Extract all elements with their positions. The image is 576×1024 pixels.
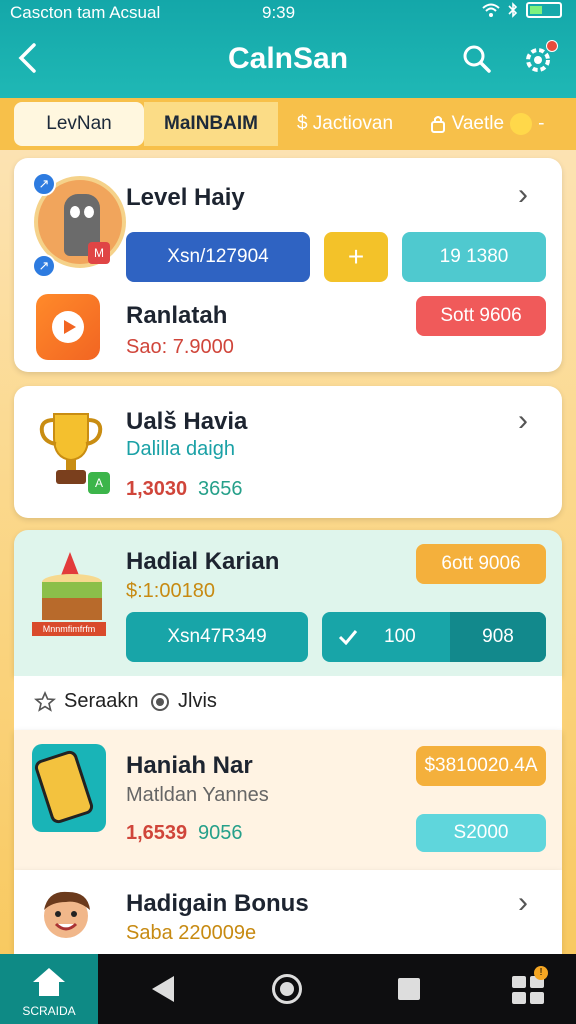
green-badge-icon: A — [88, 472, 110, 494]
card-phone[interactable]: Haniah Nar Matldan Yannes 1,6539 9056 $3… — [14, 730, 562, 870]
card-cake[interactable]: Mnnmfimfrfm Hadial Karian $:1:00180 6ott… — [14, 530, 562, 676]
chevron-right-icon[interactable]: › — [518, 178, 528, 212]
card-title: Haniah Nar — [126, 752, 253, 779]
clock: 9:39 — [262, 3, 296, 22]
filter-search[interactable]: Seraakn — [34, 690, 139, 713]
checked-value: 100 — [384, 626, 416, 647]
lock-icon — [430, 116, 445, 133]
link-badge-icon: ↗ — [32, 254, 56, 278]
notification-dot — [546, 40, 558, 52]
card-bonus[interactable]: Hadigain Bonus Saba 220009e › — [14, 870, 562, 954]
play-app-icon — [36, 294, 100, 360]
card-title: Hadial Karian — [126, 548, 280, 575]
phone-game-icon — [32, 744, 106, 832]
card-subtitle: Matldan Yannes — [126, 784, 269, 806]
boost-badge-icon: ↗ — [32, 172, 56, 196]
system-back-icon[interactable] — [152, 976, 174, 1002]
search-button[interactable] — [462, 44, 492, 79]
filter-bar: Seraakn Jlvis — [14, 676, 562, 730]
tab-bar: LevNan MaINBAIM $ Jactiovan Vaetle - — [0, 98, 576, 150]
check-icon — [338, 630, 358, 645]
chevron-down-icon: - — [538, 113, 545, 134]
card-level[interactable]: ↗ ↗ M Level Haiy › Xsn/127904 + 19 1380 … — [14, 158, 562, 372]
card-value-green: 3656 — [198, 478, 243, 500]
value-pill[interactable]: 19 1380 — [402, 232, 546, 282]
card-value-red: 1,6539 — [126, 822, 188, 844]
sub-title: Ranlatah — [126, 302, 228, 329]
checked-pill[interactable]: 100 908 — [322, 612, 546, 662]
checked-right-value: 908 — [450, 612, 546, 662]
battery-icon — [526, 2, 562, 18]
chevron-right-icon[interactable]: › — [518, 886, 528, 920]
card-subtitle: Dalilla daigh — [126, 438, 235, 460]
value-pill[interactable]: S2000 — [416, 814, 546, 852]
card-value-green: 9056 — [198, 822, 243, 844]
tab-vaetle-label: Vaetle — [451, 113, 505, 134]
red-badge-icon: M — [88, 242, 110, 264]
bluetooth-icon — [508, 2, 518, 18]
sub-value: Sao: 7.9000 — [126, 336, 234, 358]
card-trophy[interactable]: A Ualš Havia Dalilla daigh 1,3030 3656 › — [14, 386, 562, 518]
id-pill[interactable]: Xsn/127904 — [126, 232, 310, 282]
home-icon — [33, 968, 65, 996]
nav-home-tab[interactable]: SCRAIDA — [0, 954, 98, 1024]
price-pill[interactable]: 6ott 9006 — [416, 544, 546, 584]
system-recents-icon[interactable] — [398, 978, 420, 1000]
tab-jactiovan[interactable]: $ Jactiovan — [278, 102, 412, 146]
tab-mainbaim[interactable]: MaINBAIM — [144, 102, 278, 146]
card-title: Level Haiy — [126, 184, 245, 211]
card-subtitle: $:1:00180 — [126, 580, 215, 602]
settings-button[interactable] — [520, 40, 558, 83]
filter-radio-label: Jlvis — [178, 690, 217, 712]
bottom-nav-bar: SCRAIDA ! — [0, 954, 576, 1024]
filter-radio[interactable]: Jlvis — [150, 690, 217, 713]
system-home-icon[interactable] — [272, 974, 302, 1004]
tab-vaetle[interactable]: Vaetle - — [412, 102, 562, 146]
carrier-label: Cascton tam Acsual — [10, 3, 161, 22]
card-subtitle: Saba 220009e — [126, 922, 257, 944]
status-bar: Cascton tam Acsual 9:39 — [0, 0, 576, 26]
cake-banner: Mnnmfimfrfm — [32, 622, 106, 636]
price-pill[interactable]: Sott 9606 — [416, 296, 546, 336]
filter-search-label: Seraakn — [64, 690, 139, 712]
smiley-icon — [510, 113, 533, 135]
card-title: Hadigain Bonus — [126, 890, 309, 917]
search-icon — [463, 45, 491, 73]
character-avatar-icon — [44, 891, 90, 938]
price-pill[interactable]: $3810020.4A — [416, 746, 546, 786]
wifi-icon — [482, 3, 500, 17]
star-icon — [34, 690, 56, 712]
card-title: Ualš Havia — [126, 408, 248, 435]
nav-home-label: SCRAIDA — [22, 1004, 76, 1018]
add-button[interactable]: + — [324, 232, 388, 282]
notification-badge: ! — [534, 966, 548, 980]
tab-levnan[interactable]: LevNan — [14, 102, 144, 146]
top-app-bar: Cascton tam Acsual 9:39 CalnSan — [0, 0, 576, 98]
chevron-right-icon[interactable]: › — [518, 404, 528, 438]
radio-icon — [151, 692, 169, 711]
id-pill[interactable]: Xsn47R349 — [126, 612, 308, 662]
status-icons — [482, 2, 562, 18]
card-value-red: 1,3030 — [126, 478, 188, 500]
